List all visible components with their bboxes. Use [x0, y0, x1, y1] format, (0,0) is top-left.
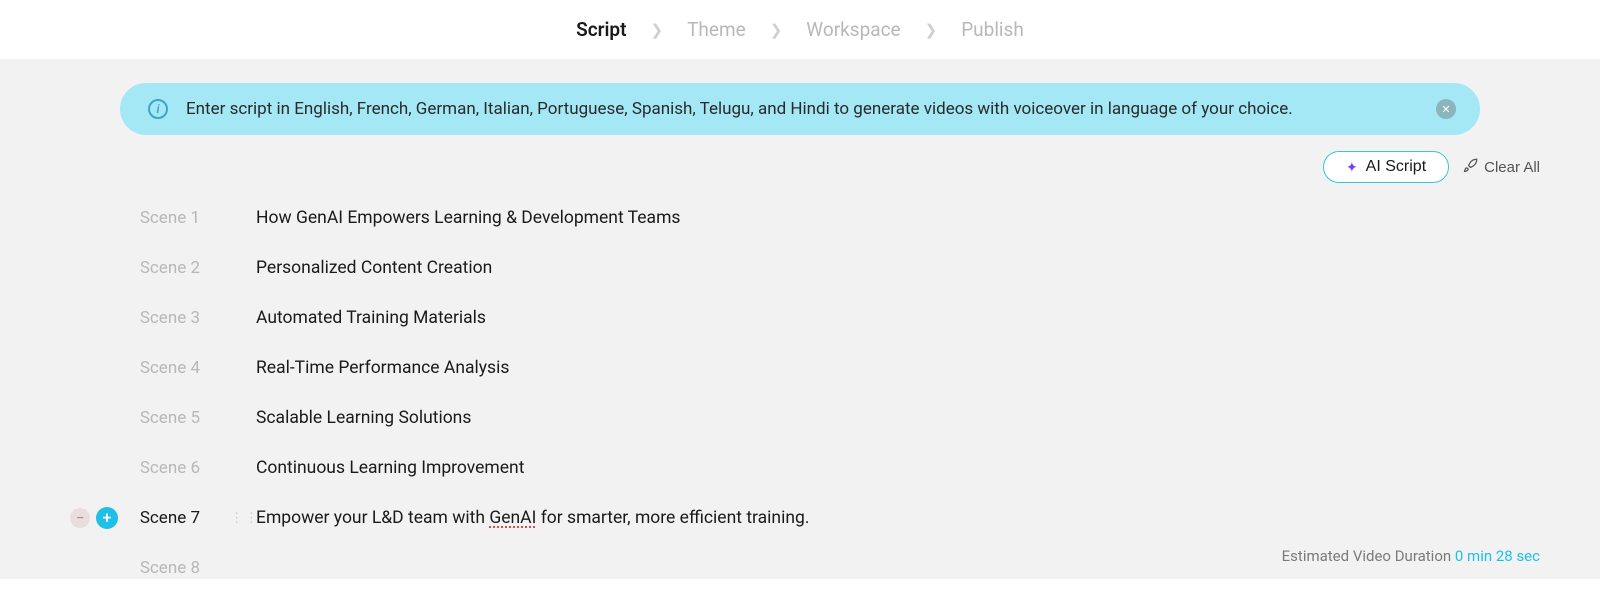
- scene-label: Scene 2: [120, 258, 230, 278]
- scene-label: Scene 4: [120, 358, 230, 378]
- close-icon[interactable]: ✕: [1436, 99, 1456, 119]
- duration-footer: Estimated Video Duration 0 min 28 sec: [1282, 547, 1540, 565]
- scene-text[interactable]: How GenAI Empowers Learning & Developmen…: [256, 196, 680, 240]
- scene-row[interactable]: Scene 6⋮⋮Continuous Learning Improvement: [120, 443, 1480, 493]
- scene-label: Scene 5: [120, 408, 230, 428]
- breadcrumb-step-script[interactable]: Script: [576, 18, 626, 41]
- scene-row[interactable]: Scene 4⋮⋮Real-Time Performance Analysis: [120, 343, 1480, 393]
- remove-scene-button[interactable]: −: [70, 508, 90, 528]
- clear-all-button[interactable]: Clear All: [1463, 158, 1540, 177]
- scene-row[interactable]: Scene 8⋮⋮: [120, 543, 1480, 593]
- scene-text[interactable]: Automated Training Materials: [256, 296, 486, 340]
- breadcrumb-step-publish[interactable]: Publish: [961, 18, 1024, 41]
- scene-label: Scene 1: [120, 208, 230, 228]
- scene-text[interactable]: Real-Time Performance Analysis: [256, 346, 509, 390]
- info-banner-text: Enter script in English, French, German,…: [186, 99, 1293, 119]
- add-scene-button[interactable]: +: [96, 507, 118, 529]
- scene-label: Scene 6: [120, 458, 230, 478]
- breadcrumb: Script ❯ Theme ❯ Workspace ❯ Publish: [0, 0, 1600, 59]
- breadcrumb-step-workspace[interactable]: Workspace: [806, 18, 900, 41]
- spellcheck-word[interactable]: GenAI: [489, 508, 536, 528]
- drag-handle-icon[interactable]: ⋮⋮: [230, 511, 246, 526]
- scene-text[interactable]: Continuous Learning Improvement: [256, 446, 524, 490]
- scene-row[interactable]: Scene 5⋮⋮Scalable Learning Solutions: [120, 393, 1480, 443]
- toolbar: ✦ AI Script Clear All: [0, 151, 1600, 193]
- main-content: i Enter script in English, French, Germa…: [0, 59, 1600, 579]
- scene-label: Scene 8: [120, 558, 230, 578]
- scene-row[interactable]: Scene 1⋮⋮How GenAI Empowers Learning & D…: [120, 193, 1480, 243]
- info-banner: i Enter script in English, French, Germa…: [120, 83, 1480, 135]
- scene-text[interactable]: Empower your L&D team with GenAI for sma…: [256, 496, 809, 540]
- scene-text[interactable]: Scalable Learning Solutions: [256, 396, 471, 440]
- chevron-right-icon: ❯: [925, 21, 938, 39]
- info-icon: i: [148, 99, 168, 119]
- scene-row[interactable]: Scene 3⋮⋮Automated Training Materials: [120, 293, 1480, 343]
- ai-script-button[interactable]: ✦ AI Script: [1323, 151, 1449, 183]
- chevron-right-icon: ❯: [770, 21, 783, 39]
- scene-row[interactable]: −+Scene 7⋮⋮Empower your L&D team with Ge…: [120, 493, 1480, 543]
- duration-label: Estimated Video Duration: [1282, 547, 1452, 565]
- clear-all-label: Clear All: [1484, 159, 1540, 176]
- scene-label: Scene 3: [120, 308, 230, 328]
- chevron-right-icon: ❯: [651, 21, 664, 39]
- rocket-icon: [1463, 158, 1478, 177]
- sparkle-icon: ✦: [1346, 159, 1358, 176]
- scene-row[interactable]: Scene 2⋮⋮Personalized Content Creation: [120, 243, 1480, 293]
- breadcrumb-step-theme[interactable]: Theme: [687, 18, 746, 41]
- scene-label: Scene 7: [120, 508, 230, 528]
- scene-controls: −+: [70, 507, 118, 529]
- duration-value: 0 min 28 sec: [1455, 547, 1540, 565]
- scene-list: Scene 1 ⋮⋮ How GenAI Empowers Learning & D…: [0, 193, 1600, 593]
- scene-text[interactable]: Personalized Content Creation: [256, 246, 492, 290]
- ai-script-label: AI Script: [1366, 158, 1426, 176]
